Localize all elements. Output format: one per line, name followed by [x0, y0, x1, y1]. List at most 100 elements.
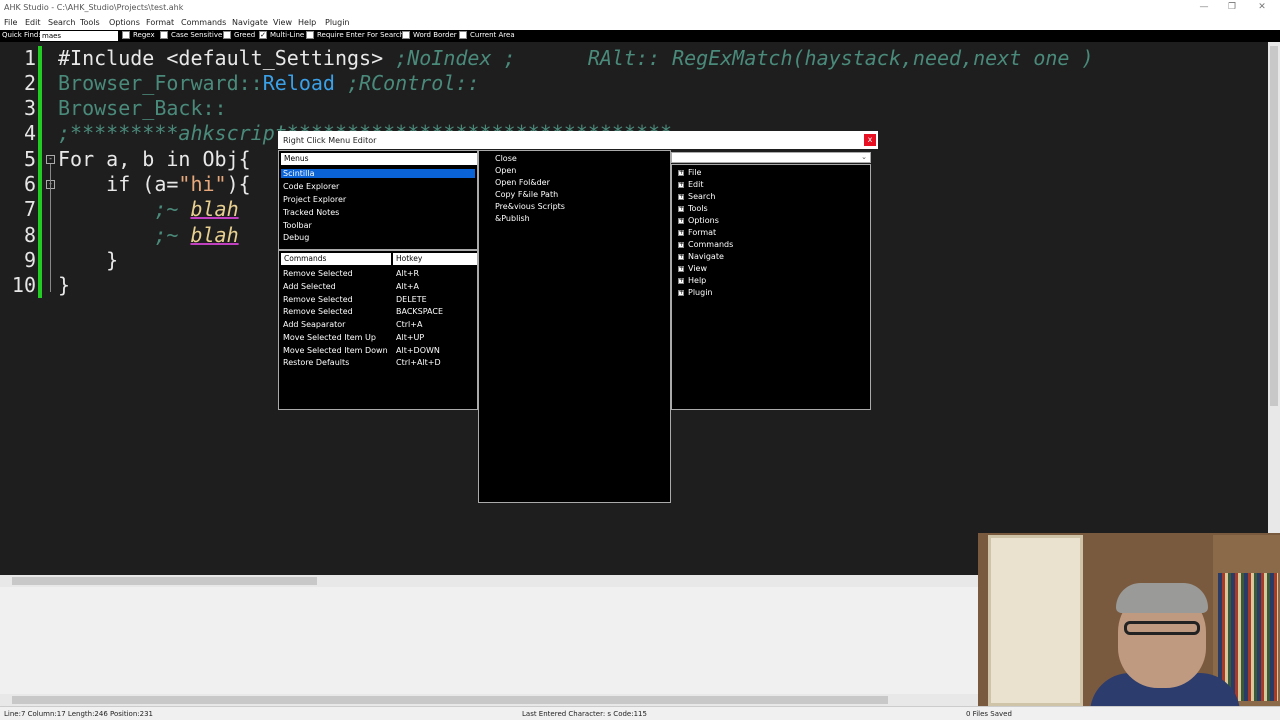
- available-menus-tree[interactable]: + File + Edit + Search + Tools + Options + For…: [671, 164, 871, 410]
- checkbox-box[interactable]: [160, 31, 168, 39]
- expand-icon[interactable]: +: [678, 265, 684, 272]
- output-horizontal-scrollbar[interactable]: [0, 694, 978, 706]
- current-area-checkbox[interactable]: Current Area: [459, 31, 515, 39]
- output-pane[interactable]: [0, 587, 978, 694]
- chevron-down-icon[interactable]: ⌄: [861, 153, 867, 161]
- checkbox-box[interactable]: [402, 31, 410, 39]
- line-number: 8: [23, 223, 36, 247]
- right-click-menu-editor-dialog: Right Click Menu Editor x Menus Scintill…: [278, 131, 878, 503]
- menu-entry-debug[interactable]: Debug: [283, 233, 309, 242]
- multi-line-checkbox[interactable]: ✓ Multi-Line: [259, 31, 304, 39]
- line-number: 7: [23, 197, 36, 221]
- menu-entry-code-explorer[interactable]: Code Explorer: [283, 182, 339, 191]
- commands-header[interactable]: Commands: [281, 253, 391, 265]
- expand-icon[interactable]: +: [678, 217, 684, 224]
- menu-view[interactable]: View: [273, 18, 292, 27]
- menu-item-close[interactable]: Close: [495, 154, 517, 163]
- minimize-button[interactable]: —: [1194, 1, 1214, 15]
- tree-item-help[interactable]: + Help: [678, 276, 706, 285]
- command-row[interactable]: Restore Defaults: [283, 358, 349, 367]
- close-window-button[interactable]: ✕: [1252, 1, 1272, 15]
- command-row[interactable]: Add Seaparator: [283, 320, 345, 329]
- expand-icon[interactable]: +: [678, 169, 684, 176]
- checkbox-box[interactable]: [223, 31, 231, 39]
- command-row[interactable]: Move Selected Item Down: [283, 346, 388, 355]
- tree-item-navigate[interactable]: + Navigate: [678, 252, 724, 261]
- menu-items-list[interactable]: Close Open Open Fol&der Copy F&ile Path …: [478, 150, 671, 503]
- menu-selector-dropdown[interactable]: ⌄: [671, 152, 871, 163]
- menus-header[interactable]: Menus: [281, 153, 477, 165]
- command-row[interactable]: Remove Selected: [283, 295, 353, 304]
- checkbox-box[interactable]: [459, 31, 467, 39]
- expand-icon[interactable]: +: [678, 205, 684, 212]
- command-row[interactable]: Remove Selected: [283, 269, 353, 278]
- expand-icon[interactable]: +: [678, 277, 684, 284]
- menu-help[interactable]: Help: [298, 18, 316, 27]
- tree-item-options[interactable]: + Options: [678, 216, 719, 225]
- line-number: 1: [23, 46, 36, 70]
- word-border-checkbox[interactable]: Word Border: [402, 31, 457, 39]
- editor-horizontal-scrollbar[interactable]: [0, 575, 978, 587]
- menu-item-copy-file-path[interactable]: Copy F&ile Path: [495, 190, 558, 199]
- scrollbar-thumb[interactable]: [12, 577, 317, 585]
- menu-entry-toolbar[interactable]: Toolbar: [283, 221, 312, 230]
- command-row[interactable]: Remove Selected: [283, 307, 353, 316]
- line-number: 9: [23, 248, 36, 272]
- expand-icon[interactable]: +: [678, 181, 684, 188]
- menu-entry-tracked-notes[interactable]: Tracked Notes: [283, 208, 339, 217]
- command-row[interactable]: Move Selected Item Up: [283, 333, 376, 342]
- code-line-2: Browser_Forward::Reload ;RControl::: [58, 71, 479, 95]
- webcam-overlay: [978, 533, 1280, 706]
- scrollbar-thumb[interactable]: [12, 696, 888, 704]
- menus-list[interactable]: Menus Scintilla Code Explorer Project Ex…: [278, 150, 478, 250]
- menu-file[interactable]: File: [4, 18, 17, 27]
- greed-checkbox[interactable]: Greed: [223, 31, 255, 39]
- tree-item-commands[interactable]: + Commands: [678, 240, 733, 249]
- menu-plugin[interactable]: Plugin: [325, 18, 350, 27]
- quick-find-input[interactable]: maes: [40, 31, 118, 41]
- editor-vertical-scrollbar[interactable]: [1268, 42, 1280, 575]
- tree-item-plugin[interactable]: + Plugin: [678, 288, 713, 297]
- menu-search[interactable]: Search: [48, 18, 75, 27]
- expand-icon[interactable]: +: [678, 289, 684, 296]
- tree-item-file[interactable]: + File: [678, 168, 701, 177]
- expand-icon[interactable]: +: [678, 193, 684, 200]
- tree-item-view[interactable]: + View: [678, 264, 707, 273]
- tree-item-tools[interactable]: + Tools: [678, 204, 708, 213]
- menu-entry-scintilla[interactable]: Scintilla: [281, 169, 475, 178]
- menu-item-open-folder[interactable]: Open Fol&der: [495, 178, 550, 187]
- tree-item-format[interactable]: + Format: [678, 228, 716, 237]
- expand-icon[interactable]: +: [678, 241, 684, 248]
- dialog-close-button[interactable]: x: [864, 134, 876, 146]
- checkbox-box[interactable]: [122, 31, 130, 39]
- checkbox-box-checked[interactable]: ✓: [259, 31, 267, 39]
- menu-navigate[interactable]: Navigate: [232, 18, 268, 27]
- restore-button[interactable]: ❐: [1222, 1, 1242, 15]
- commands-list[interactable]: Commands Hotkey Remove Selected Alt+R Ad…: [278, 250, 478, 410]
- menu-entry-project-explorer[interactable]: Project Explorer: [283, 195, 346, 204]
- menu-edit[interactable]: Edit: [25, 18, 41, 27]
- status-position: Line:7 Column:17 Length:246 Position:231: [4, 710, 153, 718]
- expand-icon[interactable]: +: [678, 229, 684, 236]
- scrollbar-thumb[interactable]: [1270, 46, 1278, 406]
- menu-item-previous-scripts[interactable]: Pre&vious Scripts: [495, 202, 565, 211]
- menu-tools[interactable]: Tools: [80, 18, 100, 27]
- command-hotkey: Ctrl+A: [396, 320, 423, 329]
- command-row[interactable]: Add Selected: [283, 282, 336, 291]
- menu-commands[interactable]: Commands: [181, 18, 226, 27]
- line-number: 10: [11, 273, 36, 297]
- tree-item-edit[interactable]: + Edit: [678, 180, 704, 189]
- menu-format[interactable]: Format: [146, 18, 174, 27]
- code-line-7: ;~ blah: [58, 197, 238, 221]
- fold-toggle-icon[interactable]: -: [46, 155, 55, 164]
- menu-item-publish[interactable]: &Publish: [495, 214, 530, 223]
- expand-icon[interactable]: +: [678, 253, 684, 260]
- case-sensitive-checkbox[interactable]: Case Sensitive: [160, 31, 222, 39]
- checkbox-box[interactable]: [306, 31, 314, 39]
- regex-checkbox[interactable]: Regex: [122, 31, 155, 39]
- tree-item-search[interactable]: + Search: [678, 192, 715, 201]
- hotkey-header[interactable]: Hotkey: [393, 253, 477, 265]
- menu-options[interactable]: Options: [109, 18, 140, 27]
- require-enter-checkbox[interactable]: Require Enter For Search: [306, 31, 404, 39]
- menu-item-open[interactable]: Open: [495, 166, 516, 175]
